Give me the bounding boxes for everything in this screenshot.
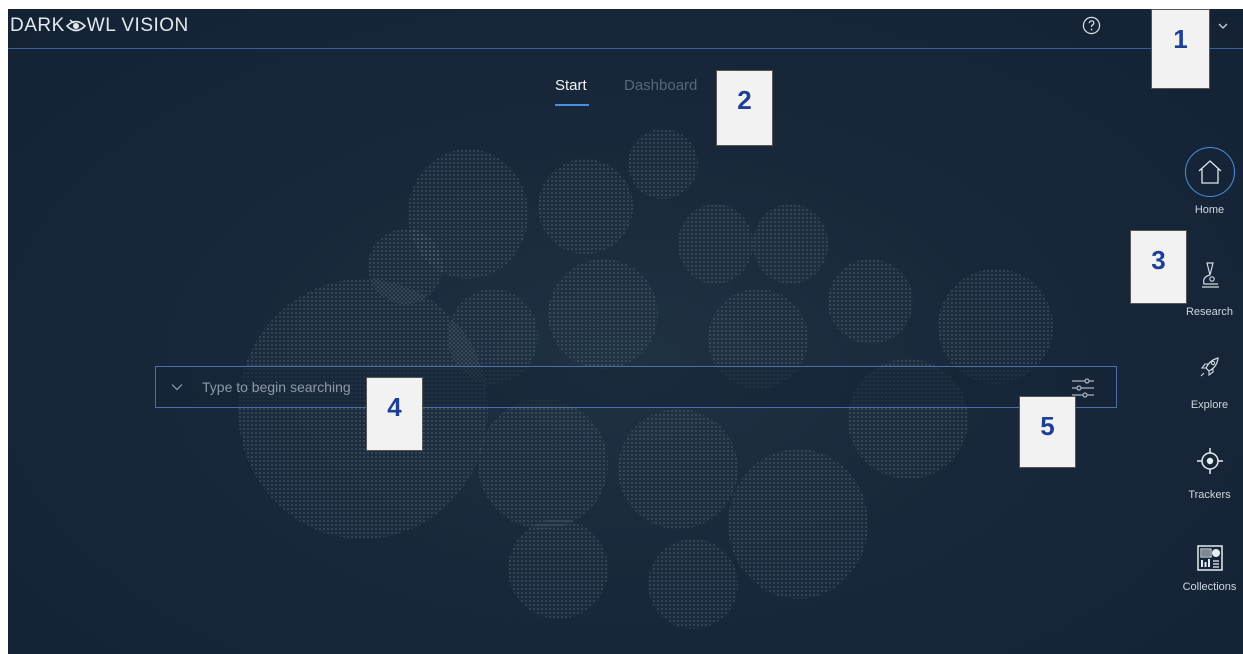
app-window: DARK WL VISION Start Dashboard Type to b…	[8, 9, 1243, 654]
tab-dashboard[interactable]: Dashboard	[624, 77, 697, 94]
owl-eye-icon	[65, 19, 86, 32]
tab-dashboard-label: Dashboard	[624, 77, 698, 94]
help-circle-icon[interactable]	[1082, 16, 1101, 35]
chevron-down-icon[interactable]	[1216, 19, 1230, 33]
nav-item-home[interactable]: Home	[1176, 145, 1243, 225]
logo[interactable]: DARK WL VISION	[10, 15, 189, 37]
nav-label-collections: Collections	[1182, 581, 1237, 593]
home-icon	[1198, 160, 1222, 184]
microscope-icon	[1202, 262, 1219, 288]
tab-start-label: Start	[555, 77, 587, 94]
callout-1: 1	[1151, 9, 1210, 89]
chevron-down-icon[interactable]	[170, 380, 184, 394]
nav-label-explore: Explore	[1190, 399, 1229, 411]
nav-label-research: Research	[1185, 306, 1234, 318]
callout-4: 4	[366, 377, 423, 451]
tab-start[interactable]: Start	[555, 77, 589, 106]
top-bar: DARK WL VISION	[8, 9, 1243, 49]
logo-text-left: DARK	[10, 15, 65, 36]
callout-2: 2	[716, 70, 773, 146]
nav-item-explore[interactable]: Explore	[1176, 341, 1243, 421]
nav-item-trackers[interactable]: Trackers	[1176, 441, 1243, 521]
logo-text-right: WL VISION	[86, 15, 189, 36]
callout-3: 3	[1130, 230, 1187, 304]
view-tabs: Start Dashboard	[8, 77, 1243, 107]
active-tab-underline	[555, 104, 589, 106]
nav-label-trackers: Trackers	[1188, 489, 1231, 501]
nav-item-collections[interactable]: Collections	[1176, 539, 1243, 619]
nav-label-home: Home	[1194, 204, 1225, 216]
collections-icon	[1197, 545, 1223, 571]
search-input[interactable]	[202, 375, 1022, 399]
crosshair-icon	[1197, 448, 1223, 474]
search-bar	[155, 366, 1117, 408]
rocket-icon	[1200, 357, 1219, 377]
callout-5: 5	[1019, 396, 1076, 468]
